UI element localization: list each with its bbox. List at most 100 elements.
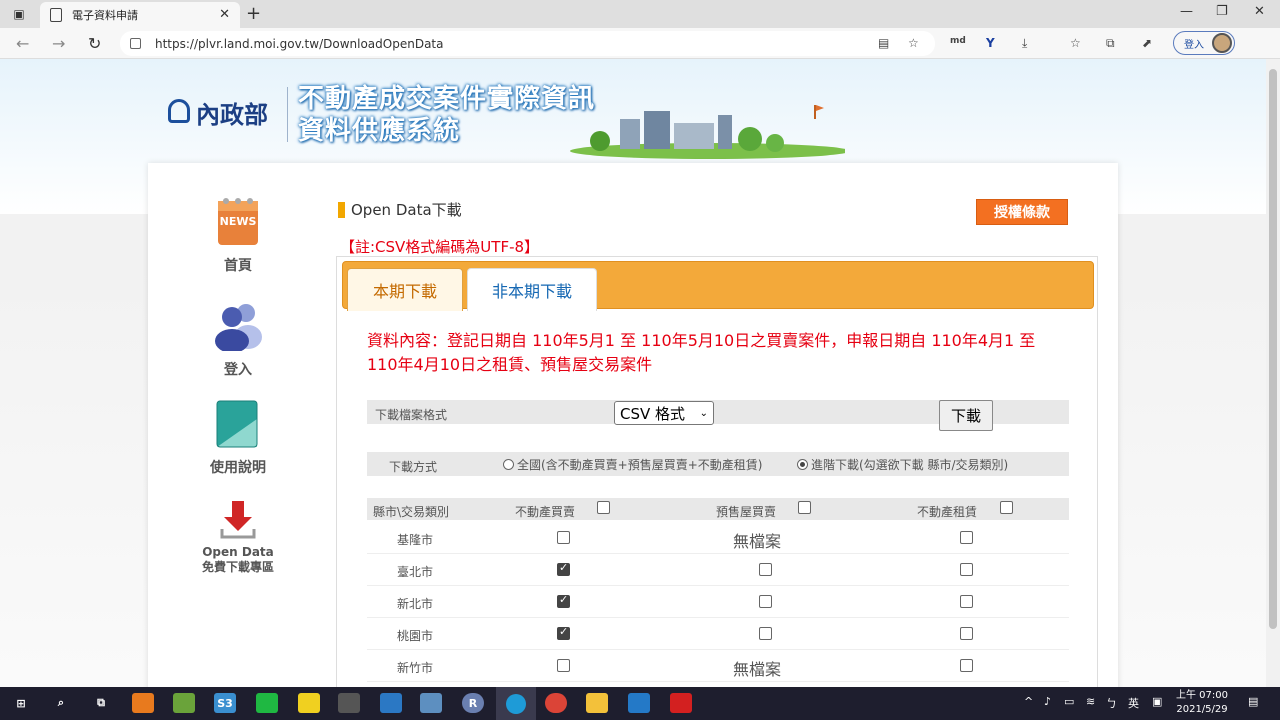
volume-icon[interactable]: ♪ [1044, 695, 1051, 708]
app-circles-icon[interactable] [380, 693, 402, 713]
system-title: 不動產成交案件實際資訊 資料供應系統 [298, 83, 595, 147]
radio-advanced[interactable] [797, 459, 808, 470]
page-scrollbar[interactable] [1266, 59, 1280, 687]
battery-icon[interactable]: ▭ [1064, 695, 1074, 708]
app-orange-icon[interactable] [132, 693, 154, 713]
no-file-text: 無檔案 [733, 532, 782, 551]
tab-actions-icon[interactable]: ▣ [8, 5, 30, 23]
collections-icon[interactable]: ⧉ [1106, 36, 1115, 51]
input-mode-icon[interactable]: ▣ [1152, 695, 1162, 708]
method-option-nationwide[interactable]: 全國(含不動產買賣+預售屋買賣+不動產租賃) [503, 456, 762, 473]
sidebar-item-login[interactable]: 登入 [168, 301, 308, 379]
url-text: https://plvr.land.moi.gov.tw/DownloadOpe… [155, 36, 444, 51]
tray-chevron-up-icon[interactable]: ^ [1024, 695, 1033, 708]
refresh-icon[interactable]: ↻ [88, 34, 101, 53]
app-book-icon[interactable] [420, 693, 442, 713]
r-app-icon[interactable]: R [462, 693, 484, 713]
edge-icon[interactable] [496, 687, 536, 720]
section-title: Open Data下載 [338, 199, 462, 220]
ime-icon[interactable]: ㄅ [1106, 695, 1117, 711]
favorites-icon[interactable]: ☆ [1070, 36, 1081, 50]
new-tab-icon[interactable]: + [246, 3, 261, 24]
download-button[interactable]: 下載 [939, 400, 993, 431]
wifi-icon[interactable]: ≋ [1086, 695, 1095, 708]
notifications-icon[interactable]: ▤ [1248, 695, 1258, 708]
line-icon[interactable] [256, 693, 278, 713]
select-all-sale-checkbox[interactable] [597, 501, 610, 514]
sidebar-item-home[interactable]: NEWS 首頁 [168, 195, 308, 275]
city-name: 臺北市 [397, 565, 434, 579]
app-s3-icon[interactable]: S3 [214, 693, 236, 713]
forward-icon[interactable]: → [52, 34, 65, 53]
tab-strip: 本期下載 非本期下載 [342, 261, 1094, 311]
ime-language[interactable]: 英 [1128, 695, 1139, 711]
back-icon[interactable]: ← [16, 34, 29, 53]
logo-divider [287, 87, 288, 142]
reader-icon[interactable]: ▤ [878, 36, 889, 50]
city-name: 新北市 [397, 597, 434, 611]
app-editor-icon[interactable] [173, 693, 195, 713]
search-icon[interactable]: ⌕ [50, 693, 72, 713]
sidebar-item-label: Open Data [202, 545, 274, 559]
sale-checkbox[interactable] [557, 625, 570, 640]
markdown-extension-icon[interactable]: md [950, 36, 966, 46]
format-select[interactable]: CSV 格式 ⌄ [614, 401, 714, 425]
minimize-icon[interactable]: — [1180, 4, 1193, 19]
presale-checkbox[interactable] [759, 595, 772, 608]
clock-time: 上午 07:00 [1176, 690, 1228, 701]
sale-checkbox[interactable] [557, 593, 570, 608]
rent-checkbox[interactable] [960, 627, 973, 640]
title-marker [338, 201, 345, 218]
close-window-icon[interactable]: ✕ [1254, 4, 1265, 19]
browser-tab[interactable]: 電子資料申請 ✕ [40, 2, 240, 28]
share-icon[interactable]: ⬈ [1142, 36, 1152, 50]
method-label: 下載方式 [389, 460, 438, 474]
browser-tab-bar: ▣ 電子資料申請 ✕ + — ❐ ✕ [0, 0, 1280, 28]
select-all-presale-checkbox[interactable] [798, 501, 811, 514]
scrollbar-thumb[interactable] [1269, 69, 1277, 629]
table-row: 臺北市 [367, 554, 1069, 586]
snipping-tool-icon[interactable] [338, 693, 360, 713]
task-view-icon[interactable]: ⧉ [90, 693, 112, 713]
acrobat-icon[interactable] [670, 693, 692, 713]
tab-previous-period[interactable]: 非本期下載 [467, 268, 597, 311]
sale-checkbox[interactable] [557, 659, 570, 672]
tab-current-period[interactable]: 本期下載 [347, 268, 463, 311]
method-option-advanced[interactable]: 進階下載(勾選欲下載 縣市/交易類別) [797, 456, 1008, 473]
file-explorer-icon[interactable] [586, 693, 608, 713]
url-input[interactable]: https://plvr.land.moi.gov.tw/DownloadOpe… [120, 31, 935, 56]
system-title-line1: 不動產成交案件實際資訊 [298, 84, 596, 114]
signin-button[interactable]: 登入 [1173, 31, 1235, 55]
rent-checkbox[interactable] [960, 563, 973, 576]
windows-start-icon[interactable]: ⊞ [10, 693, 32, 713]
radio-nationwide[interactable] [503, 459, 514, 470]
ministry-logo-icon [168, 99, 190, 123]
sticky-notes-icon[interactable] [298, 693, 320, 713]
sidebar-item-label: 登入 [224, 362, 252, 378]
rent-checkbox[interactable] [960, 531, 973, 544]
maximize-icon[interactable]: ❐ [1216, 4, 1228, 19]
page-icon [50, 8, 62, 22]
sale-checkbox[interactable] [557, 531, 570, 544]
sidebar-item-guide[interactable]: 使用說明 [168, 399, 308, 477]
select-all-rent-checkbox[interactable] [1000, 501, 1013, 514]
vscode-icon[interactable] [628, 693, 650, 713]
presale-checkbox[interactable] [759, 563, 772, 576]
presale-checkbox[interactable] [759, 627, 772, 640]
main-content-card: NEWS 首頁 登入 使用說明 Open Data 免費下載專區 Open Da… [148, 163, 1118, 687]
rent-checkbox[interactable] [960, 659, 973, 672]
close-tab-icon[interactable]: ✕ [219, 7, 230, 22]
clock-date: 2021/5/29 [1176, 704, 1228, 715]
chrome-icon[interactable] [545, 693, 567, 713]
download-icon[interactable]: ⤓ [1022, 36, 1027, 51]
favorite-star-icon[interactable]: ☆ [908, 36, 919, 50]
rent-checkbox[interactable] [960, 595, 973, 608]
chevron-down-icon: ⌄ [699, 407, 708, 419]
sale-checkbox[interactable] [557, 561, 570, 576]
sidebar-item-open-data[interactable]: Open Data 免費下載專區 [168, 499, 308, 575]
system-clock[interactable]: 上午 07:00 2021/5/29 [1176, 689, 1228, 717]
lock-icon [130, 38, 141, 49]
extension-icon[interactable]: Y [986, 36, 995, 50]
license-terms-button[interactable]: 授權條款 [976, 199, 1068, 225]
web-page: 內政部 不動產成交案件實際資訊 資料供應系統 NEWS 首頁 登入 使用說明 O… [0, 59, 1266, 687]
